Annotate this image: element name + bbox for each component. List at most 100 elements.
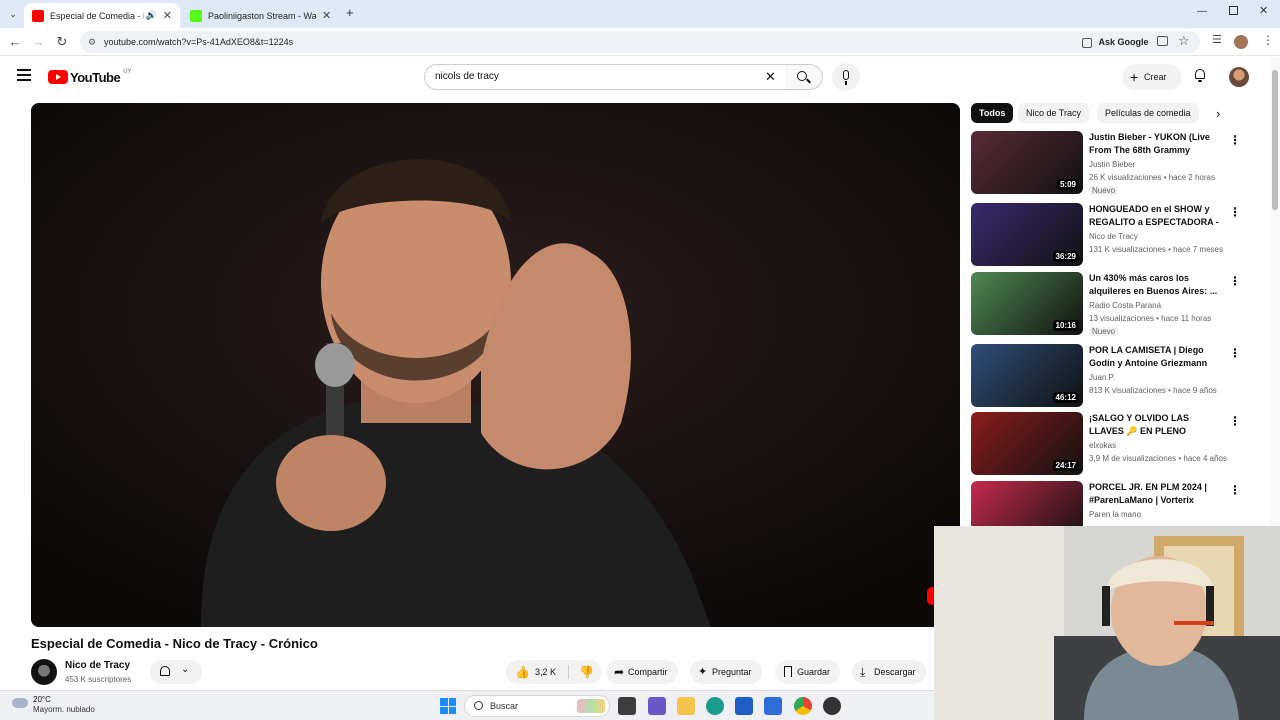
related-video-item[interactable]: 5:09 Justin Bieber - YUKON (Live From The… [971, 131, 1251, 195]
save-button[interactable]: Guardar [775, 660, 841, 684]
more-actions-icon[interactable]: ⋮ [1229, 346, 1241, 360]
google-lens-icon [1082, 37, 1092, 48]
dislike-button[interactable]: 👍 [570, 660, 602, 684]
related-video-channel[interactable]: elxokas [1089, 441, 1116, 450]
download-button[interactable]: ⤓ Descargar [852, 660, 926, 684]
related-video-channel[interactable]: Juan P. [1089, 373, 1115, 382]
widgets-icon[interactable] [648, 697, 666, 715]
ask-google-button[interactable]: Ask Google [1082, 32, 1149, 52]
video-thumbnail[interactable]: 46:12 [971, 344, 1083, 407]
chip-all[interactable]: Todos [971, 103, 1014, 123]
task-view-icon[interactable] [618, 697, 636, 715]
install-app-icon[interactable] [1157, 36, 1168, 46]
scrollbar-thumb[interactable] [1272, 70, 1278, 210]
site-info-icon[interactable]: ⚙ [88, 31, 96, 53]
search-icon [474, 701, 483, 710]
related-video-title[interactable]: HONGUEADO en el SHOW y REGALITO a ESPECT… [1089, 203, 1225, 229]
like-count: 3,2 K [535, 667, 557, 677]
more-actions-icon[interactable]: ⋮ [1229, 205, 1241, 219]
taskbar-search-placeholder: Buscar [490, 701, 519, 711]
close-tab-icon[interactable]: ✕ [163, 9, 172, 22]
video-thumbnail[interactable]: 36:29 [971, 203, 1083, 266]
chip-channel[interactable]: Nico de Tracy [1018, 103, 1090, 123]
related-video-item[interactable]: 36:29 HONGUEADO en el SHOW y REGALITO a E… [971, 203, 1251, 267]
new-tab-button[interactable]: + [346, 6, 360, 20]
share-button[interactable]: ➦ Compartir [606, 660, 678, 684]
edge-browser-icon[interactable] [706, 697, 724, 715]
related-video-item[interactable]: 24:17 ¡SALGO Y OLVIDO LAS LLAVES 🔑 EN PLE… [971, 412, 1251, 476]
related-video-title[interactable]: Un 430% más caros los alquileres en Buen… [1089, 272, 1225, 298]
more-actions-icon[interactable]: ⋮ [1229, 483, 1241, 497]
recording-app-icon[interactable] [823, 697, 841, 715]
video-thumbnail[interactable]: 24:17 [971, 412, 1083, 475]
like-button[interactable]: 👍 3,2 K [506, 660, 566, 684]
profile-avatar-icon[interactable] [1234, 35, 1248, 49]
related-video-channel[interactable]: Nico de Tracy [1089, 232, 1138, 241]
weather-description[interactable]: Mayorm. nublado [33, 705, 95, 714]
start-windows-icon[interactable] [440, 698, 456, 714]
tab-kick-stream[interactable]: Paoliniigaston Stream - Watch ✕ [182, 3, 340, 28]
channel-avatar[interactable] [31, 659, 57, 685]
forward-arrow-icon[interactable]: → [29, 33, 47, 51]
video-player[interactable] [31, 103, 960, 627]
related-video-title[interactable]: POR LA CAMISETA | Diego Godín y Antoine … [1089, 344, 1225, 370]
bookmark-star-icon[interactable]: ☆ [1178, 33, 1190, 49]
related-video-channel[interactable]: Radio Costa Paraná [1089, 301, 1161, 310]
related-video-item[interactable]: 46:12 POR LA CAMISETA | Diego Godín y Ant… [971, 344, 1251, 408]
youtube-logo[interactable]: YouTube UY [48, 69, 132, 85]
search-query-text: nicols de tracy [435, 71, 499, 82]
address-bar[interactable]: ⚙ youtube.com/watch?v=Ps-41AdXEO8&t=1224… [80, 31, 1200, 53]
weather-cloud-icon[interactable] [12, 698, 28, 708]
related-video-item[interactable]: 10:16 Un 430% más caros los alquileres en… [971, 272, 1251, 336]
chip-comedy-movies[interactable]: Películas de comedia [1097, 103, 1199, 123]
more-actions-icon[interactable]: ⋮ [1229, 133, 1241, 147]
clear-search-icon[interactable]: ✕ [765, 65, 776, 89]
audio-playing-icon[interactable]: 🔊 [146, 10, 157, 21]
close-tab-icon[interactable]: ✕ [322, 9, 331, 22]
related-video-item[interactable]: PORCEL JR. EN PLM 2024 | #ParenLaMano | … [971, 481, 1251, 544]
ask-button[interactable]: ✦ Preguntar [690, 660, 762, 684]
more-actions-icon[interactable]: ⋮ [1229, 414, 1241, 428]
search-button[interactable] [785, 64, 823, 90]
tab-list-chevron-icon[interactable]: ⌄ [6, 7, 20, 21]
restore-window-icon[interactable] [1229, 6, 1238, 15]
notifications-toggle-button[interactable]: ⌄ [150, 660, 202, 684]
reading-list-icon[interactable]: ☰ [1212, 33, 1222, 46]
guide-menu-icon[interactable] [17, 69, 31, 81]
kick-favicon-icon [190, 9, 202, 22]
more-actions-icon[interactable]: ⋮ [1229, 274, 1241, 288]
tab-title: Especial de Comedia - Nico [50, 10, 144, 21]
windows-taskbar: 20°C Mayorm. nublado Buscar [0, 690, 934, 720]
mail-app-icon[interactable] [764, 697, 782, 715]
browser-menu-icon[interactable]: ⋮ [1262, 33, 1274, 47]
weather-temp[interactable]: 20°C [33, 695, 51, 704]
close-window-icon[interactable]: ✕ [1259, 4, 1268, 17]
chips-next-chevron-icon[interactable]: › [1216, 106, 1220, 121]
channel-name[interactable]: Nico de Tracy [65, 660, 130, 671]
related-video-channel[interactable]: Paren la mano [1089, 510, 1141, 519]
create-button[interactable]: + Crear [1122, 64, 1182, 90]
related-video-title[interactable]: PORCEL JR. EN PLM 2024 | #ParenLaMano | … [1089, 481, 1225, 507]
chrome-browser-icon[interactable] [794, 697, 812, 715]
back-arrow-icon[interactable]: ← [6, 33, 24, 51]
video-duration: 10:16 [1052, 320, 1079, 331]
taskbar-search-box[interactable]: Buscar [464, 695, 610, 717]
related-video-title[interactable]: ¡SALGO Y OLVIDO LAS LLAVES 🔑 EN PLENO DI… [1089, 412, 1225, 438]
minimize-window-icon[interactable]: — [1197, 6, 1207, 17]
browser-tab-strip: ⌄ Especial de Comedia - Nico 🔊 ✕ Paolini… [0, 0, 1280, 28]
related-video-channel[interactable]: Justin Bieber [1089, 160, 1135, 169]
search-input[interactable]: nicols de tracy ✕ [424, 64, 786, 90]
new-badge: Nuevo [1089, 327, 1119, 336]
ask-google-label: Ask Google [1098, 37, 1149, 47]
reload-icon[interactable]: ↻ [53, 33, 71, 51]
file-explorer-icon[interactable] [677, 697, 695, 715]
related-video-title[interactable]: Justin Bieber - YUKON (Live From The 68t… [1089, 131, 1225, 157]
tab-youtube-video[interactable]: Especial de Comedia - Nico 🔊 ✕ [24, 3, 180, 28]
microsoft-store-icon[interactable] [735, 697, 753, 715]
video-thumbnail[interactable]: 10:16 [971, 272, 1083, 335]
video-thumbnail[interactable]: 5:09 [971, 131, 1083, 194]
voice-search-button[interactable] [832, 63, 860, 91]
account-avatar[interactable] [1229, 67, 1249, 87]
notifications-bell-icon[interactable] [1193, 68, 1207, 82]
browser-toolbar: ← → ↻ ⚙ youtube.com/watch?v=Ps-41AdXEO8&… [0, 28, 1280, 56]
